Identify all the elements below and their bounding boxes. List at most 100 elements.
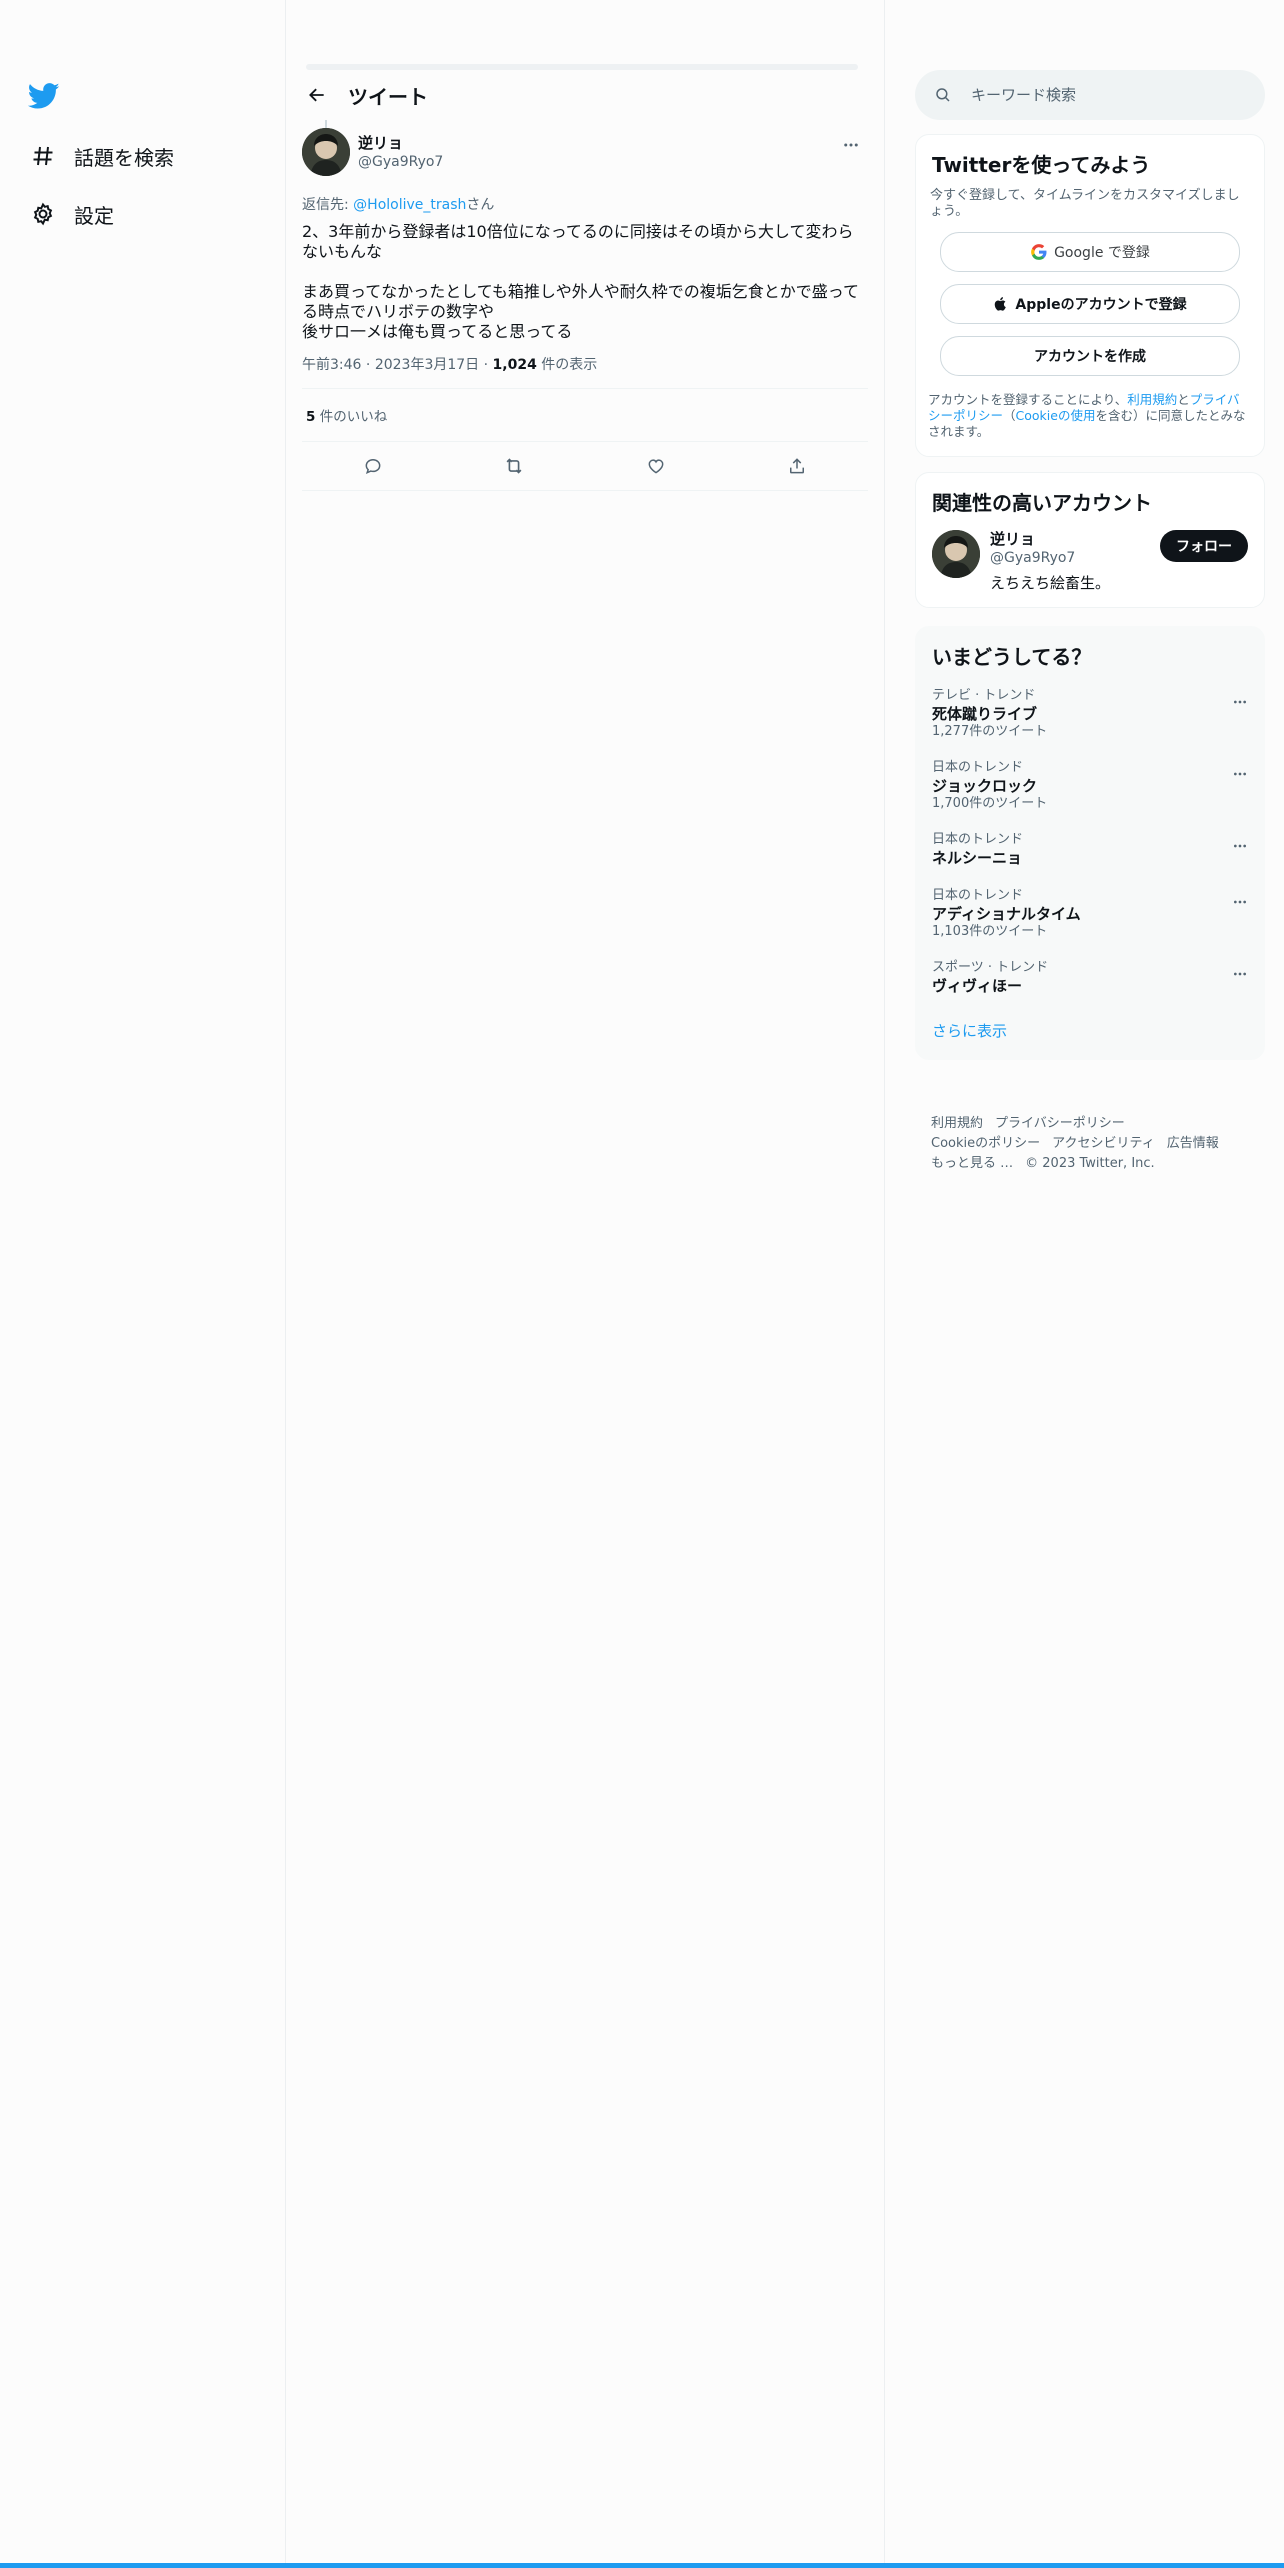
- signup-legal: アカウントを登録することにより、利用規約とプライバシーポリシー（Cookieの使…: [928, 392, 1252, 440]
- tweet-meta: 午前3:46 · 2023年3月17日 · 1,024 件の表示: [302, 357, 598, 373]
- author-display-name[interactable]: 逆リョ: [358, 134, 443, 153]
- search-icon: [933, 85, 953, 105]
- nav-explore-label: 話題を検索: [74, 145, 174, 170]
- trend-name: ジョックロック: [932, 777, 1038, 795]
- likes-count: 5: [306, 409, 316, 425]
- share-button[interactable]: [779, 448, 815, 484]
- back-button[interactable]: [300, 78, 334, 112]
- create-account-label: アカウントを作成: [1034, 349, 1146, 365]
- nav-settings[interactable]: 設定: [28, 194, 114, 234]
- google-signup-button[interactable]: Google で登録: [940, 232, 1240, 272]
- footer-copyright: © 2023 Twitter, Inc.: [1025, 1156, 1155, 1171]
- nav-explore[interactable]: 話題を検索: [28, 136, 174, 176]
- reply-mention-link[interactable]: @Hololive_trash: [353, 197, 466, 213]
- suggested-name: 逆リョ: [990, 530, 1036, 548]
- trend-count: 1,103件のツイート: [932, 924, 1048, 939]
- twitter-bird-icon[interactable]: [27, 80, 62, 114]
- reply-button[interactable]: [355, 448, 391, 484]
- trend-category: 日本のトレンド: [932, 888, 1024, 903]
- likes-stat[interactable]: 5 件のいいね: [302, 389, 868, 441]
- retweet-icon: [506, 458, 522, 474]
- footer-more-link[interactable]: もっと見る …: [931, 1156, 1013, 1171]
- top-fade-divider: [306, 64, 858, 70]
- tweet-more-button[interactable]: [834, 128, 868, 162]
- search-box[interactable]: [915, 70, 1265, 120]
- more-dots-icon[interactable]: [1228, 962, 1252, 986]
- terms-link[interactable]: 利用規約: [1127, 392, 1177, 407]
- nav-settings-label: 設定: [74, 203, 114, 228]
- tweet-date[interactable]: 2023年3月17日: [375, 357, 479, 373]
- more-dots-icon[interactable]: [1228, 834, 1252, 858]
- arrow-left-icon: [309, 88, 324, 102]
- avatar[interactable]: [932, 530, 980, 578]
- trend-category: テレビ · トレンド: [932, 688, 1036, 703]
- legal-text-2: と: [1177, 392, 1190, 407]
- create-account-button[interactable]: アカウントを作成: [940, 336, 1240, 376]
- more-dots-icon[interactable]: [1228, 762, 1252, 786]
- who-to-follow-title: 関連性の高いアカウント: [932, 491, 1152, 515]
- trend-name: ネルシーニョ: [932, 849, 1023, 867]
- trend-item[interactable]: スポーツ · トレンド ヴィヴィほー: [916, 950, 1264, 1006]
- trend-item[interactable]: 日本のトレンド アディショナルタイム 1,103件のツイート: [916, 878, 1264, 950]
- reply-suffix: さん: [466, 197, 495, 213]
- avatar[interactable]: [302, 128, 350, 176]
- footer-ads-link[interactable]: 広告情報: [1167, 1136, 1219, 1151]
- tweet: 逆リョ @Gya9Ryo7 返信先: @Hololive_trashさん 2、3…: [302, 120, 868, 491]
- views-count: 1,024: [492, 357, 537, 373]
- suggested-handle: @Gya9Ryo7: [990, 550, 1076, 566]
- trend-count: 1,277件のツイート: [932, 724, 1048, 739]
- signup-card: Twitterを使ってみよう 今すぐ登録して、タイムラインをカスタマイズしましょ…: [915, 134, 1265, 457]
- footer-terms-link[interactable]: 利用規約: [931, 1116, 983, 1131]
- footer-links: 利用規約 プライバシーポリシー Cookieのポリシー アクセシビリティ 広告情報 も…: [931, 1114, 1251, 1174]
- apple-signup-label: Appleのアカウントで登録: [1015, 297, 1187, 313]
- share-icon: [790, 458, 805, 474]
- trend-name: ヴィヴィほー: [932, 977, 1023, 995]
- trend-item[interactable]: 日本のトレンド ジョックロック 1,700件のツイート: [916, 750, 1264, 822]
- reply-icon: [365, 458, 381, 475]
- main-column: ツイート 逆リョ @Gya9Ryo7 返信先: @Hololive_trashさ…: [286, 0, 885, 2568]
- likes-label: 件のいいね: [315, 409, 388, 425]
- show-more-link[interactable]: さらに表示: [916, 1006, 1264, 1059]
- tweet-text: 2、3年前から登録者は10倍位になってるのに同接はその頃から大して変わらないもん…: [302, 222, 859, 341]
- like-button[interactable]: [638, 448, 674, 484]
- tweet-time[interactable]: 午前3:46: [302, 357, 361, 373]
- trend-category: 日本のトレンド: [932, 760, 1024, 775]
- trend-count: 1,700件のツイート: [932, 796, 1048, 811]
- signup-subtitle: 今すぐ登録して、タイムラインをカスタマイズしましょう。: [930, 188, 1240, 219]
- page-header: ツイート: [286, 72, 884, 118]
- who-to-follow-card: 関連性の高いアカウント 逆リョ @Gya9Ryo7 えちえち絵畜生。 フォロー: [915, 472, 1265, 608]
- cookie-link[interactable]: Cookieの使用: [1016, 408, 1096, 423]
- google-icon: [1031, 244, 1047, 260]
- legal-text-3: （: [1003, 408, 1016, 423]
- signup-title: Twitterを使ってみよう: [932, 153, 1151, 177]
- trends-card: いまどうしてる？ テレビ · トレンド 死体蹴りライブ 1,277件のツイート …: [915, 626, 1265, 1060]
- trends-title: いまどうしてる？: [932, 645, 1092, 669]
- footer-accessibility-link[interactable]: アクセシビリティ: [1052, 1136, 1155, 1151]
- follow-button[interactable]: フォロー: [1160, 530, 1248, 562]
- gear-icon: [28, 199, 58, 229]
- trend-item[interactable]: 日本のトレンド ネルシーニョ: [916, 822, 1264, 878]
- search-input[interactable]: [969, 85, 1233, 105]
- footer-cookie-link[interactable]: Cookieのポリシー: [931, 1136, 1040, 1151]
- hashtag-icon: [28, 141, 58, 171]
- google-signup-label: Google で登録: [1054, 245, 1150, 261]
- apple-signup-button[interactable]: Appleのアカウントで登録: [940, 284, 1240, 324]
- heart-icon: [648, 459, 664, 474]
- views-label: 件の表示: [536, 357, 598, 373]
- more-dots-icon[interactable]: [1228, 690, 1252, 714]
- retweet-button[interactable]: [496, 448, 532, 484]
- footer-privacy-link[interactable]: プライバシーポリシー: [995, 1116, 1125, 1131]
- tweet-actions: [302, 441, 868, 491]
- more-dots-icon: [844, 143, 858, 147]
- trend-name: 死体蹴りライブ: [932, 705, 1038, 723]
- more-dots-icon[interactable]: [1228, 890, 1252, 914]
- legal-text-1: アカウントを登録することにより、: [928, 392, 1128, 407]
- trend-name: アディショナルタイム: [932, 905, 1081, 923]
- author-handle[interactable]: @Gya9Ryo7: [358, 153, 443, 172]
- reply-context: 返信先: @Hololive_trashさん: [302, 194, 868, 214]
- suggested-account[interactable]: 逆リョ @Gya9Ryo7 えちえち絵畜生。 フォロー: [932, 530, 1248, 593]
- trend-item[interactable]: テレビ · トレンド 死体蹴りライブ 1,277件のツイート: [916, 678, 1264, 750]
- suggested-bio: えちえち絵畜生。: [990, 574, 1111, 592]
- bottom-accent-bar: [0, 2563, 1284, 2568]
- apple-icon: [995, 297, 1007, 311]
